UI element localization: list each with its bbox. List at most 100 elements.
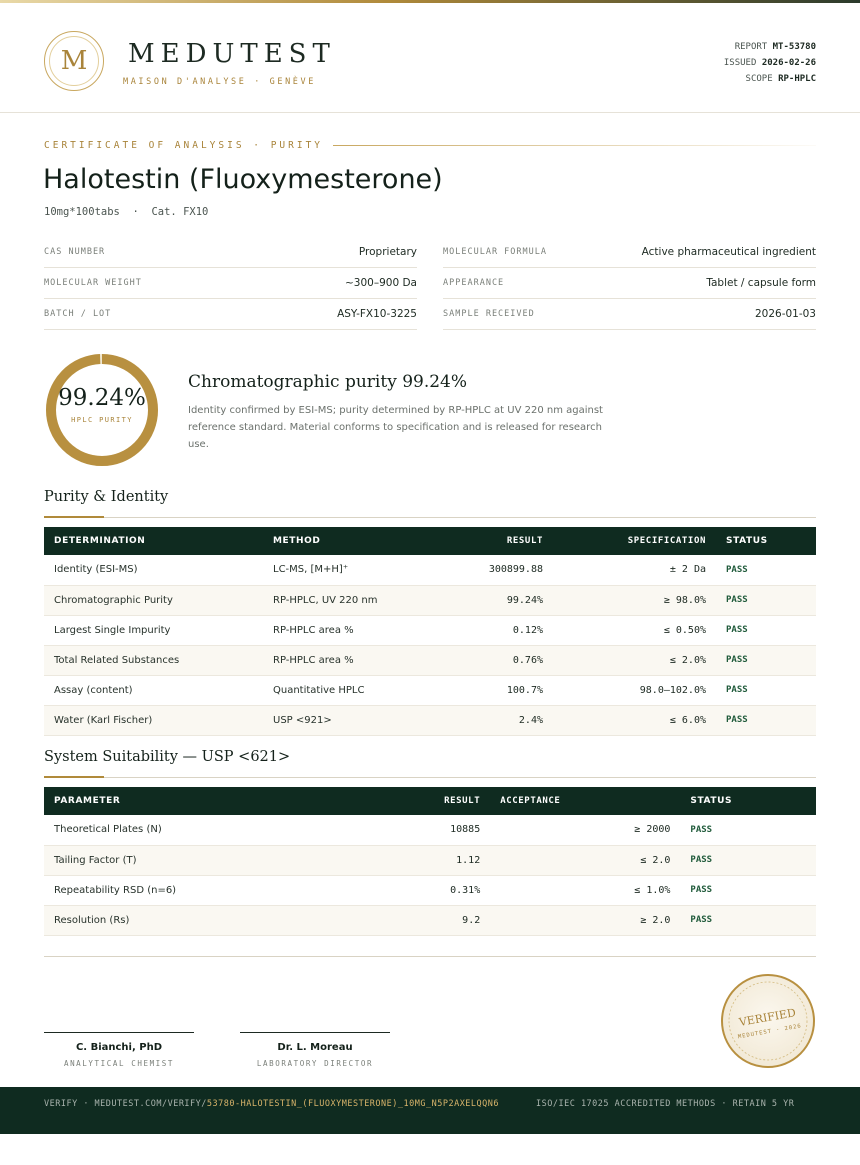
- info-value: 2026-01-03: [754, 308, 816, 320]
- signature-block-director: Dr. L. Moreau LABORATORY DIRECTOR: [240, 1032, 390, 1068]
- result-cell: 100.7%: [433, 675, 553, 706]
- brand-tagline: MAISON D'ANALYSE · GENÈVE: [123, 77, 316, 87]
- issued-value: 2026-02-26: [761, 58, 816, 68]
- signature-block-chemist: C. Bianchi, PhD ANALYTICAL CHEMIST: [44, 1032, 194, 1068]
- section-accent: [44, 516, 104, 518]
- scope-label: SCOPE: [745, 74, 773, 84]
- method-cell: RP-HPLC, UV 220 nm: [263, 585, 433, 616]
- signature-line: [240, 1032, 390, 1033]
- info-label: MOLECULAR FORMULA: [443, 247, 547, 257]
- column-header: RESULT: [506, 536, 543, 546]
- info-row: BATCH / LOT ASY-FX10-3225: [44, 299, 417, 330]
- table-row: Water (Karl Fischer) USP <921> 2.4% ≤ 6.…: [44, 705, 816, 736]
- suitability-table: PARAMETER RESULT ACCEPTANCE STATUS Theor…: [44, 787, 816, 936]
- info-value: ASY-FX10-3225: [337, 308, 417, 320]
- brand-logo-letter: M: [49, 36, 99, 86]
- info-label: MOLECULAR WEIGHT: [44, 278, 142, 288]
- issued-line: ISSUED 2026-02-26: [724, 55, 816, 71]
- purity-summary-title: Chromatographic purity 99.24%: [188, 372, 468, 392]
- table-row: Largest Single Impurity RP-HPLC area % 0…: [44, 615, 816, 646]
- verify-prefix: VERIFY · MEDUTEST.COM/VERIFY/: [44, 1099, 207, 1109]
- determination-cell: Identity (ESI-MS): [44, 555, 263, 586]
- result-cell: 300899.88: [433, 555, 553, 586]
- method-cell: Quantitative HPLC: [263, 675, 433, 706]
- issued-label: ISSUED: [723, 58, 757, 68]
- info-grid-right: MOLECULAR FORMULA Active pharmaceutical …: [443, 237, 816, 330]
- info-grid-left: CAS NUMBER Proprietary MOLECULAR WEIGHT …: [44, 237, 417, 330]
- table-row: Assay (content) Quantitative HPLC 100.7%…: [44, 675, 816, 706]
- determination-cell: Chromatographic Purity: [44, 585, 263, 616]
- info-label: SAMPLE RECEIVED: [443, 309, 535, 319]
- spec-cell: ≤ 0.50%: [553, 615, 716, 646]
- purity-value: 99.24%: [58, 385, 146, 411]
- signatory-role: LABORATORY DIRECTOR: [256, 1059, 374, 1068]
- status-badge: PASS: [716, 645, 816, 676]
- report-meta: REPORT MT-53780 ISSUED 2026-02-26 SCOPE …: [724, 39, 816, 87]
- info-label: CAS NUMBER: [44, 247, 106, 257]
- scope-value: RP-HPLC: [778, 74, 816, 84]
- spec-cell: 98.0–102.0%: [553, 675, 716, 706]
- document-kicker: CERTIFICATE OF ANALYSIS · PURITY: [44, 138, 816, 152]
- result-cell: 2.4%: [433, 705, 553, 736]
- acceptance-cell: ≤ 2.0: [490, 845, 681, 876]
- info-label: APPEARANCE: [443, 278, 505, 288]
- signatory-role: ANALYTICAL CHEMIST: [63, 1059, 175, 1068]
- acceptance-cell: ≥ 2.0: [490, 905, 681, 936]
- info-row: MOLECULAR FORMULA Active pharmaceutical …: [443, 237, 816, 268]
- purity-section-heading: Purity & Identity: [44, 489, 169, 505]
- verified-seal: VERIFIED MEDUTEST · 2026: [721, 974, 815, 1068]
- method-cell: RP-HPLC area %: [263, 645, 433, 676]
- suitability-section-heading: System Suitability — USP <621>: [44, 749, 291, 765]
- table-row: Tailing Factor (T) 1.12 ≤ 2.0 PASS: [44, 845, 816, 876]
- parameter-cell: Resolution (Rs): [44, 905, 311, 936]
- brand-logo: M: [44, 31, 104, 91]
- result-cell: 0.76%: [433, 645, 553, 676]
- signature-divider: [44, 956, 816, 957]
- info-value: Active pharmaceutical ingredient: [641, 246, 816, 258]
- column-header: STATUS: [726, 536, 768, 546]
- status-badge: PASS: [680, 815, 816, 846]
- product-subtitle: 10mg*100tabs · Cat. FX10: [44, 206, 209, 218]
- table-row: Resolution (Rs) 9.2 ≥ 2.0 PASS: [44, 905, 816, 936]
- parameter-cell: Theoretical Plates (N): [44, 815, 311, 846]
- table-row: Identity (ESI-MS) LC-MS, [M+H]⁺ 300899.8…: [44, 555, 816, 586]
- signatory-name: C. Bianchi, PhD: [75, 1042, 163, 1053]
- info-value: ~300–900 Da: [345, 277, 417, 289]
- purity-label: HPLC PURITY: [71, 416, 133, 424]
- result-cell: 9.2: [310, 905, 491, 936]
- signatory-name: Dr. L. Moreau: [277, 1042, 353, 1053]
- kicker-text: CERTIFICATE OF ANALYSIS · PURITY: [44, 139, 324, 151]
- determination-cell: Total Related Substances: [44, 645, 263, 676]
- purity-table: DETERMINATION METHOD RESULT SPECIFICATIO…: [44, 527, 816, 736]
- verify-link[interactable]: VERIFY · MEDUTEST.COM/VERIFY/53780-HALOT…: [44, 1098, 504, 1111]
- verify-code: 53780-HALOTESTIN_(FLUOXYMESTERONE)_10MG_…: [206, 1099, 500, 1109]
- determination-cell: Assay (content): [44, 675, 263, 706]
- spec-cell: ≥ 98.0%: [553, 585, 716, 616]
- section-rule: [44, 517, 816, 518]
- acceptance-cell: ≤ 1.0%: [490, 875, 681, 906]
- info-value: Tablet / capsule form: [706, 277, 816, 289]
- method-cell: LC-MS, [M+H]⁺: [263, 555, 433, 586]
- info-row: APPEARANCE Tablet / capsule form: [443, 268, 816, 299]
- result-cell: 10885: [310, 815, 491, 846]
- result-cell: 0.12%: [433, 615, 553, 646]
- accreditation-note: ISO/IEC 17025 ACCREDITED METHODS · RETAI…: [536, 1099, 795, 1109]
- table-row: Total Related Substances RP-HPLC area % …: [44, 645, 816, 676]
- status-badge: PASS: [680, 845, 816, 876]
- status-badge: PASS: [680, 905, 816, 936]
- info-row: SAMPLE RECEIVED 2026-01-03: [443, 299, 816, 330]
- column-header: ACCEPTANCE: [500, 796, 561, 806]
- parameter-cell: Tailing Factor (T): [44, 845, 311, 876]
- report-id-value: MT-53780: [772, 42, 816, 52]
- footer-bar: VERIFY · MEDUTEST.COM/VERIFY/53780-HALOT…: [0, 1087, 860, 1134]
- table-row: Chromatographic Purity RP-HPLC, UV 220 n…: [44, 585, 816, 616]
- column-header: RESULT: [444, 796, 481, 806]
- kicker-rule: [333, 144, 816, 146]
- table-row: Repeatability RSD (n=6) 0.31% ≤ 1.0% PAS…: [44, 875, 816, 906]
- report-id-line: REPORT MT-53780: [724, 39, 816, 55]
- report-header: M MEDUTEST MAISON D'ANALYSE · GENÈVE REP…: [0, 3, 860, 113]
- parameter-cell: Repeatability RSD (n=6): [44, 875, 311, 906]
- determination-cell: Water (Karl Fischer): [44, 705, 263, 736]
- info-row: MOLECULAR WEIGHT ~300–900 Da: [44, 268, 417, 299]
- purity-summary-text: Identity confirmed by ESI-MS; purity det…: [188, 405, 603, 450]
